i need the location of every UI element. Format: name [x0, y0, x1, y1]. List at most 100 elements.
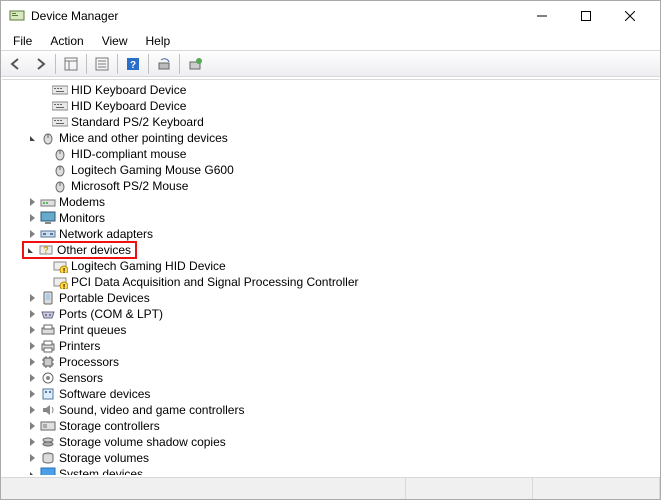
- maximize-button[interactable]: [564, 2, 608, 30]
- category-label: Modems: [59, 195, 105, 209]
- category-label: Processors: [59, 355, 119, 369]
- category-portable[interactable]: Portable Devices: [2, 290, 659, 306]
- category-mice[interactable]: Mice and other pointing devices: [2, 130, 659, 146]
- menu-help[interactable]: Help: [138, 32, 179, 50]
- category-label: Sound, video and game controllers: [59, 403, 244, 417]
- category-label: Software devices: [59, 387, 150, 401]
- monitor-icon: [40, 210, 56, 226]
- svg-text:?: ?: [43, 245, 49, 255]
- expand-toggle[interactable]: [26, 196, 38, 208]
- device-item[interactable]: ! Logitech Gaming HID Device: [2, 258, 659, 274]
- menubar: File Action View Help: [1, 31, 660, 51]
- other-devices-icon: ?: [38, 242, 54, 258]
- menu-file[interactable]: File: [5, 32, 40, 50]
- category-software[interactable]: Software devices: [2, 386, 659, 402]
- toolbar-separator: [148, 54, 149, 74]
- expand-toggle[interactable]: [26, 404, 38, 416]
- expand-toggle[interactable]: [26, 228, 38, 240]
- device-item[interactable]: HID-compliant mouse: [2, 146, 659, 162]
- category-storage-volumes[interactable]: Storage volumes: [2, 450, 659, 466]
- category-processors[interactable]: Processors: [2, 354, 659, 370]
- category-label: Storage volume shadow copies: [59, 435, 226, 449]
- printer-icon: [40, 338, 56, 354]
- device-item[interactable]: Microsoft PS/2 Mouse: [2, 178, 659, 194]
- device-label: Standard PS/2 Keyboard: [71, 115, 204, 129]
- device-item[interactable]: HID Keyboard Device: [2, 82, 659, 98]
- portable-icon: [40, 290, 56, 306]
- device-item[interactable]: HID Keyboard Device: [2, 98, 659, 114]
- category-label: Mice and other pointing devices: [59, 131, 228, 145]
- expand-toggle[interactable]: [26, 292, 38, 304]
- expand-toggle[interactable]: [26, 132, 38, 144]
- mouse-icon: [52, 178, 68, 194]
- expand-toggle[interactable]: [26, 452, 38, 464]
- device-label: Logitech Gaming HID Device: [71, 259, 226, 273]
- scan-hardware-button[interactable]: [153, 53, 175, 75]
- category-label: Sensors: [59, 371, 103, 385]
- toolbar: ?: [1, 51, 660, 77]
- device-label: HID-compliant mouse: [71, 147, 186, 161]
- device-tree[interactable]: HID Keyboard Device HID Keyboard Device …: [2, 79, 659, 475]
- expand-toggle[interactable]: [26, 340, 38, 352]
- expand-toggle[interactable]: [26, 212, 38, 224]
- forward-button[interactable]: [29, 53, 51, 75]
- category-modems[interactable]: Modems: [2, 194, 659, 210]
- category-system[interactable]: System devices: [2, 466, 659, 475]
- category-ports[interactable]: Ports (COM & LPT): [2, 306, 659, 322]
- category-sound[interactable]: Sound, video and game controllers: [2, 402, 659, 418]
- category-storage-controllers[interactable]: Storage controllers: [2, 418, 659, 434]
- storage-controller-icon: [40, 418, 56, 434]
- expand-toggle[interactable]: [26, 436, 38, 448]
- storage-volume-icon: [40, 450, 56, 466]
- svg-text:!: !: [63, 284, 65, 289]
- category-label: Print queues: [59, 323, 126, 337]
- expand-toggle[interactable]: [26, 388, 38, 400]
- svg-text:?: ?: [130, 60, 136, 71]
- category-other-devices[interactable]: ? Other devices: [2, 242, 659, 258]
- category-print-queues[interactable]: Print queues: [2, 322, 659, 338]
- expand-toggle[interactable]: [26, 324, 38, 336]
- category-label: Monitors: [59, 211, 105, 225]
- expand-toggle[interactable]: [26, 468, 38, 475]
- show-hide-tree-button[interactable]: [60, 53, 82, 75]
- statusbar: [1, 477, 660, 499]
- svg-text:!: !: [63, 268, 65, 273]
- device-label: HID Keyboard Device: [71, 99, 186, 113]
- highlight-box: ? Other devices: [22, 241, 137, 259]
- category-network[interactable]: Network adapters: [2, 226, 659, 242]
- network-icon: [40, 226, 56, 242]
- help-button[interactable]: ?: [122, 53, 144, 75]
- status-cell: [1, 478, 406, 499]
- menu-action[interactable]: Action: [42, 32, 91, 50]
- category-label: Portable Devices: [59, 291, 150, 305]
- device-item[interactable]: Standard PS/2 Keyboard: [2, 114, 659, 130]
- mouse-icon: [52, 162, 68, 178]
- window-controls: [520, 2, 652, 30]
- expand-toggle[interactable]: [24, 244, 36, 256]
- expand-toggle[interactable]: [26, 372, 38, 384]
- titlebar: Device Manager: [1, 1, 660, 31]
- category-label: System devices: [59, 467, 143, 475]
- back-button[interactable]: [5, 53, 27, 75]
- menu-view[interactable]: View: [94, 32, 136, 50]
- close-button[interactable]: [608, 2, 652, 30]
- keyboard-icon: [52, 82, 68, 98]
- expand-toggle[interactable]: [26, 356, 38, 368]
- keyboard-icon: [52, 114, 68, 130]
- category-printers[interactable]: Printers: [2, 338, 659, 354]
- properties-button[interactable]: [91, 53, 113, 75]
- device-item[interactable]: Logitech Gaming Mouse G600: [2, 162, 659, 178]
- category-monitors[interactable]: Monitors: [2, 210, 659, 226]
- device-item[interactable]: ! PCI Data Acquisition and Signal Proces…: [2, 274, 659, 290]
- app-icon: [9, 8, 25, 24]
- device-label: HID Keyboard Device: [71, 83, 186, 97]
- unknown-device-icon: !: [52, 258, 68, 274]
- category-sensors[interactable]: Sensors: [2, 370, 659, 386]
- expand-toggle[interactable]: [26, 308, 38, 320]
- category-shadow-copies[interactable]: Storage volume shadow copies: [2, 434, 659, 450]
- sensor-icon: [40, 370, 56, 386]
- minimize-button[interactable]: [520, 2, 564, 30]
- add-legacy-button[interactable]: [184, 53, 206, 75]
- expand-toggle[interactable]: [26, 420, 38, 432]
- ports-icon: [40, 306, 56, 322]
